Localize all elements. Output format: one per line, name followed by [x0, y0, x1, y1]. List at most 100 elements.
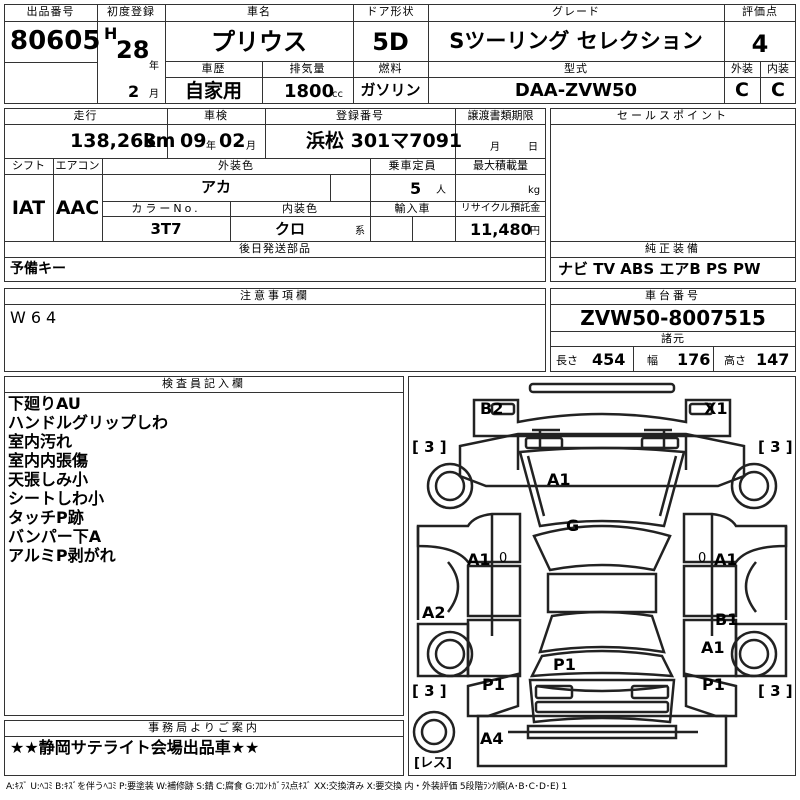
parts: 予備キー: [10, 261, 66, 277]
office-text: ★★静岡サテライト会場出品車★★: [10, 738, 260, 757]
int-color-label: 内装色: [282, 202, 318, 215]
note-line: シートしわ小: [8, 489, 105, 508]
tire-fr: [ 3 ]: [758, 438, 793, 456]
parts-label: 後日発送部品: [239, 242, 311, 255]
width: 176: [677, 350, 711, 369]
damage-mark-a1-rear: A1: [701, 638, 725, 657]
shift: IAT: [11, 197, 46, 219]
length-label: 長さ: [556, 354, 578, 367]
recycle-label: リサイクル預託金: [460, 203, 541, 214]
caution-text: W64: [10, 308, 62, 327]
lot-number-label: 出品番号: [26, 5, 75, 18]
capacity-label: 乗車定員: [388, 159, 437, 172]
capacity: 5: [410, 179, 422, 198]
caution-label: 注意事項欄: [240, 289, 310, 302]
displacement-label: 排気量: [289, 62, 326, 75]
tire-rr: [ 3 ]: [758, 682, 793, 700]
inspection-month-unit: 月: [246, 141, 256, 152]
damage-mark-a1-right: A1: [714, 550, 738, 569]
inspection-month: 02: [219, 130, 246, 152]
mileage-unit: km: [143, 130, 176, 152]
model-label: 型式: [564, 62, 588, 75]
damage-mark-a4: A4: [480, 729, 504, 748]
ac: AAC: [55, 197, 100, 219]
color-no-label: カラーNo.: [131, 202, 201, 215]
height: 147: [756, 350, 790, 369]
max-load-unit: kg: [528, 185, 541, 196]
int-color-unit: 系: [355, 226, 365, 237]
door-label: ドア形状: [366, 5, 415, 18]
inspector-notes: 下廻りAU ハンドルグリップしわ 室内汚れ 室内内張傷 天張しみ小 シートしわ小…: [8, 394, 168, 565]
interior-grade: C: [771, 79, 785, 101]
displacement-unit: cc: [332, 89, 343, 100]
plate-label: 登録番号: [336, 109, 384, 122]
car-diagram: [412, 382, 788, 768]
note-line: アルミP剥がれ: [8, 546, 116, 565]
exterior-label: 外装: [731, 62, 753, 75]
transfer-month-unit: 月: [490, 142, 500, 153]
history: 自家用: [184, 80, 242, 102]
dims-label: 諸元: [661, 332, 685, 345]
tire-rl: [ 3 ]: [412, 682, 447, 700]
year-unit: 年: [149, 61, 159, 72]
ac-label: エアコン: [55, 159, 100, 172]
int-color: クロ: [274, 220, 305, 238]
zero-left: 0: [499, 551, 508, 566]
displacement: 1800: [284, 81, 335, 102]
door: 5D: [372, 28, 409, 56]
note-line: タッチP跡: [8, 508, 84, 527]
damage-mark-x1: X1: [704, 399, 728, 418]
damage-mark-a1-hood: A1: [547, 470, 571, 489]
capacity-unit: 人: [436, 185, 446, 196]
damage-mark-p1-right: P1: [702, 675, 725, 694]
inspection-year: 09: [180, 130, 207, 152]
inspection-year-unit: 年: [206, 141, 216, 152]
fuel: ガソリン: [360, 81, 421, 99]
car-name-label: 車名: [247, 5, 271, 18]
reg-month: 2: [128, 82, 140, 101]
note-line: 室内汚れ: [8, 432, 73, 451]
chassis-label: 車台番号: [645, 289, 701, 302]
spare-tire: [レス]: [414, 756, 452, 771]
color-no: 3T7: [150, 220, 182, 238]
shift-label: シフト: [12, 159, 45, 172]
height-label: 高さ: [724, 354, 746, 367]
model: DAA-ZVW50: [514, 80, 638, 101]
car-name: プリウス: [211, 28, 307, 56]
score-label: 評価点: [742, 5, 778, 18]
exterior-grade: C: [735, 79, 749, 101]
office-label: 事務局よりご案内: [148, 721, 260, 734]
damage-mark-b2: B2: [480, 399, 504, 418]
recycle-unit: 円: [530, 226, 540, 237]
lot-number: 80605: [10, 26, 101, 56]
score: 4: [751, 30, 769, 58]
mileage-label: 走行: [73, 109, 98, 122]
transfer-day-unit: 日: [528, 142, 538, 153]
fuel-label: 燃料: [378, 62, 403, 75]
damage-mark-a2: A2: [422, 603, 446, 622]
plate-number: 浜松 301マ7091: [306, 130, 463, 152]
recycle-fee: 11,480: [470, 220, 532, 239]
tire-fl: [ 3 ]: [412, 438, 447, 456]
equipment: ナビ TV ABS エアB PS PW: [558, 260, 761, 278]
damage-mark-g: G: [566, 516, 580, 535]
inspector-label: 検査員記入欄: [162, 377, 246, 390]
chassis-number: ZVW50-8007515: [580, 306, 766, 330]
note-line: 天張しみ小: [8, 470, 89, 489]
note-line: バンパー下A: [8, 527, 102, 546]
note-line: ハンドルグリップしわ: [8, 413, 169, 432]
damage-mark-b1: B1: [715, 610, 739, 629]
grade-label: グレード: [552, 5, 600, 18]
import-label: 輸入車: [394, 202, 431, 215]
interior-label: 内装: [767, 62, 789, 75]
length: 454: [592, 350, 626, 369]
inspection-label: 車検: [204, 109, 228, 122]
ext-color: アカ: [200, 178, 231, 196]
width-label: 幅: [647, 354, 658, 367]
sales-point-label: セールスポイント: [617, 109, 729, 122]
equipment-label: 純正装備: [645, 242, 701, 255]
damage-mark-p1-left: P1: [482, 675, 505, 694]
first-reg-label: 初度登録: [107, 5, 155, 18]
note-line: 下廻りAU: [8, 394, 81, 413]
reg-year: 28: [116, 36, 150, 64]
